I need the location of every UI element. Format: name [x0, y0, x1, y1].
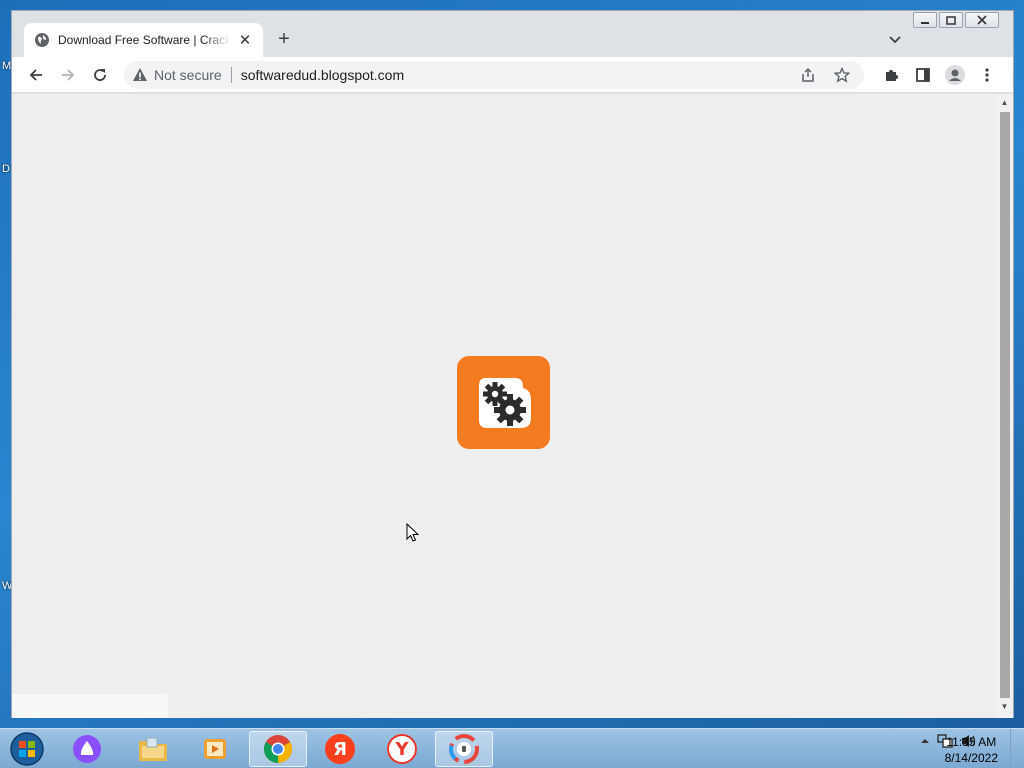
- clock-time: 11:35 AM: [946, 735, 997, 749]
- reload-button[interactable]: [84, 61, 116, 89]
- taskbar-media-player[interactable]: [186, 731, 244, 767]
- page-content: [12, 94, 997, 718]
- taskbar-explorer[interactable]: [124, 731, 182, 767]
- menu-button[interactable]: [971, 61, 1003, 89]
- media-player-icon: [204, 739, 226, 759]
- globe-icon: [35, 33, 49, 47]
- taskbar: Я Y 11:35 AM 8/14/2022: [0, 728, 1024, 768]
- taskbar-yandex[interactable]: Я: [311, 731, 369, 767]
- scroll-up-arrow[interactable]: ▲: [996, 96, 1013, 110]
- tab-active[interactable]: Download Free Software | Crack Software …: [24, 23, 263, 57]
- taskbar-chrome[interactable]: [249, 731, 307, 767]
- vertical-scrollbar[interactable]: ▲ ▼: [996, 94, 1013, 718]
- browser-toolbar: Not secure softwaredud.blogspot.com: [12, 57, 1013, 93]
- file-explorer-icon: [139, 737, 167, 761]
- divider: [230, 67, 232, 83]
- side-panel-button[interactable]: [907, 61, 939, 89]
- url-text[interactable]: softwaredud.blogspot.com: [241, 67, 404, 83]
- yandex-letter: Я: [333, 739, 347, 760]
- taskbar-vpn[interactable]: [435, 731, 493, 767]
- mouse-cursor-icon: [406, 523, 420, 542]
- browser-window: Download Free Software | Crack Software …: [11, 10, 1014, 718]
- profile-icon: [945, 65, 965, 85]
- start-orb[interactable]: [8, 731, 46, 767]
- yandex-browser-letter: Y: [394, 739, 409, 760]
- bookmark-star-icon: [834, 67, 850, 83]
- back-button[interactable]: [20, 61, 52, 89]
- tab-close-button[interactable]: ✕: [237, 31, 253, 49]
- share-button[interactable]: [792, 61, 824, 89]
- gears-icon: [478, 377, 531, 428]
- tab-title: Download Free Software | Crack Software: [58, 33, 230, 47]
- scroll-thumb[interactable]: [1000, 112, 1010, 698]
- extensions-button[interactable]: [875, 61, 907, 89]
- desktop-label-fragment: M: [2, 60, 12, 72]
- system-clock[interactable]: 11:35 AM 8/14/2022: [945, 734, 998, 766]
- side-panel-icon: [916, 68, 930, 82]
- scroll-down-arrow[interactable]: ▼: [996, 700, 1013, 714]
- back-icon: [29, 68, 42, 81]
- share-icon: [802, 67, 814, 82]
- taskbar-yandex-browser[interactable]: Y: [373, 731, 431, 767]
- forward-icon: [62, 68, 75, 81]
- security-status[interactable]: Not secure: [154, 67, 222, 83]
- taskbar-alice[interactable]: [58, 731, 116, 767]
- show-hidden-icons-icon[interactable]: [920, 736, 930, 746]
- show-desktop-button[interactable]: [1010, 729, 1024, 768]
- vpn-icon: [449, 734, 479, 764]
- profile-button[interactable]: [939, 61, 971, 89]
- forward-button[interactable]: [52, 61, 84, 89]
- desktop-label-fragment: D: [2, 163, 10, 175]
- chrome-icon: [264, 735, 292, 763]
- warning-icon[interactable]: [132, 67, 148, 83]
- address-bar[interactable]: Not secure softwaredud.blogspot.com: [124, 61, 864, 89]
- alice-icon: [73, 735, 101, 763]
- menu-icon: [985, 68, 989, 82]
- gears-logo: [457, 356, 550, 449]
- tab-strip: Download Free Software | Crack Software …: [12, 11, 1013, 57]
- extensions-icon: [886, 70, 898, 81]
- yandex-icon: Я: [325, 734, 355, 764]
- reload-icon: [94, 68, 106, 81]
- new-tab-button[interactable]: +: [274, 29, 294, 50]
- tab-search-icon[interactable]: [887, 31, 903, 47]
- clock-date: 8/14/2022: [944, 751, 998, 765]
- status-bubble: [12, 694, 168, 718]
- yandex-browser-icon: Y: [387, 734, 417, 764]
- bookmark-button[interactable]: [826, 61, 858, 89]
